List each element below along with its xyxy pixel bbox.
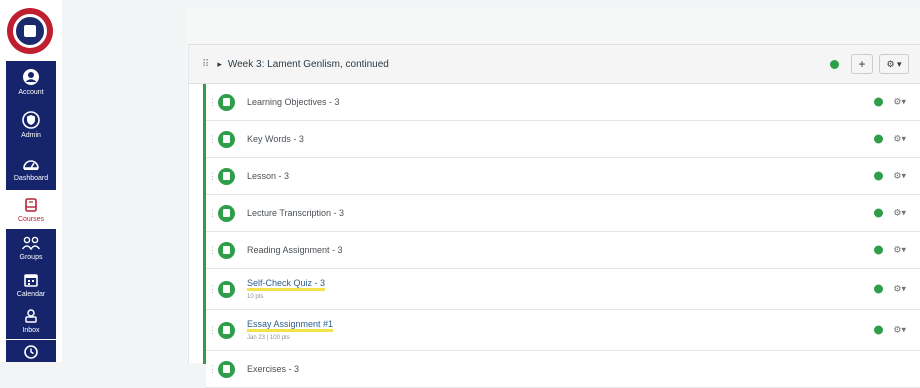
module-item[interactable]: ⋮ Learning Objectives - 3 ⚙▾ bbox=[206, 84, 920, 121]
published-icon[interactable] bbox=[874, 134, 884, 144]
nav-item-groups[interactable]: Groups bbox=[6, 229, 56, 267]
clock-icon bbox=[24, 345, 38, 359]
quiz-icon bbox=[218, 280, 235, 298]
page-icon bbox=[218, 360, 235, 378]
published-icon[interactable] bbox=[874, 171, 884, 181]
module-settings-button[interactable]: ⚙ ▾ bbox=[879, 54, 909, 74]
module-tools: + ⚙ ▾ bbox=[830, 54, 909, 74]
nav-item-label: Courses bbox=[17, 215, 45, 223]
item-title[interactable]: Essay Assignment #1 bbox=[247, 319, 334, 332]
published-icon[interactable] bbox=[874, 208, 884, 218]
nav-item-label: Account bbox=[18, 88, 44, 96]
nav-item-inbox[interactable]: Inbox bbox=[6, 303, 56, 339]
global-navigation: Account Admin Dashboard Courses Groups C… bbox=[0, 0, 62, 362]
published-icon[interactable] bbox=[874, 97, 884, 107]
item-title[interactable]: Exercises - 3 bbox=[247, 364, 299, 374]
add-item-button[interactable]: + bbox=[851, 54, 873, 74]
module-week-3: ⠿ ▸ Week 3: Lament Genlism, continued + … bbox=[188, 44, 920, 388]
published-icon[interactable] bbox=[874, 325, 884, 335]
item-title[interactable]: Learning Objectives - 3 bbox=[247, 97, 340, 107]
shield-icon bbox=[22, 111, 40, 129]
published-icon[interactable] bbox=[874, 245, 884, 255]
nav-item-label: Calendar bbox=[16, 290, 46, 298]
gear-icon[interactable]: ⚙▾ bbox=[893, 134, 906, 145]
video-icon bbox=[218, 167, 235, 185]
item-meta: 10 pts bbox=[247, 294, 264, 300]
nav-item-account[interactable]: Account bbox=[6, 61, 56, 103]
nav-item-admin[interactable]: Admin bbox=[6, 103, 56, 148]
nav-item-courses[interactable]: Courses bbox=[6, 192, 56, 228]
nav-item-label: Groups bbox=[19, 253, 43, 261]
module-item[interactable]: ⋮ Lesson - 3 ⚙▾ bbox=[206, 158, 920, 195]
item-meta: Jan 23 | 100 pts bbox=[247, 335, 290, 341]
institution-logo[interactable] bbox=[7, 8, 53, 54]
page-icon bbox=[218, 93, 235, 111]
item-title[interactable]: Reading Assignment - 3 bbox=[247, 245, 343, 255]
module-items-list: ⋮ Learning Objectives - 3 ⚙▾ ⋮ Key Words… bbox=[203, 84, 920, 388]
drag-handle-icon[interactable]: ⋮ bbox=[208, 97, 217, 108]
gear-icon[interactable]: ⚙▾ bbox=[893, 325, 906, 336]
assignment-icon bbox=[218, 321, 235, 339]
collapse-caret-icon[interactable]: ▸ bbox=[217, 59, 222, 70]
drag-handle-icon[interactable]: ⋮ bbox=[208, 171, 217, 182]
drag-handle-icon[interactable]: ⋮ bbox=[208, 208, 217, 219]
page-icon bbox=[218, 241, 235, 259]
calendar-icon bbox=[24, 273, 38, 287]
drag-handle-icon[interactable]: ⋮ bbox=[208, 134, 217, 145]
drag-handle-icon[interactable]: ⋮ bbox=[208, 364, 217, 375]
item-title[interactable]: Self-Check Quiz - 3 bbox=[247, 278, 326, 291]
nav-item-label: Inbox bbox=[22, 326, 40, 334]
drag-handle-icon[interactable]: ⋮ bbox=[208, 284, 217, 295]
gear-icon[interactable]: ⚙▾ bbox=[893, 171, 906, 182]
module-header[interactable]: ⠿ ▸ Week 3: Lament Genlism, continued + … bbox=[189, 45, 920, 84]
module-title: Week 3: Lament Genlism, continued bbox=[227, 58, 389, 70]
module-item[interactable]: ⋮ Self-Check Quiz - 3 10 pts ⚙▾ bbox=[206, 269, 920, 310]
book-icon bbox=[25, 197, 37, 212]
published-icon[interactable] bbox=[830, 59, 839, 69]
module-item[interactable]: ⋮ Reading Assignment - 3 ⚙▾ bbox=[206, 232, 920, 269]
nav-item-calendar[interactable]: Calendar bbox=[6, 267, 56, 303]
page-icon bbox=[218, 130, 235, 148]
module-item[interactable]: ⋮ Exercises - 3 bbox=[206, 351, 920, 388]
page-icon bbox=[218, 204, 235, 222]
drag-handle-icon[interactable]: ⋮ bbox=[208, 325, 217, 336]
gear-icon[interactable]: ⚙▾ bbox=[893, 208, 906, 219]
inbox-icon bbox=[25, 308, 37, 323]
nav-item-dashboard[interactable]: Dashboard bbox=[6, 148, 56, 190]
drag-handle-icon[interactable]: ⠿ bbox=[202, 59, 209, 70]
module-item[interactable]: ⋮ Essay Assignment #1 Jan 23 | 100 pts ⚙… bbox=[206, 310, 920, 351]
user-icon bbox=[23, 68, 39, 85]
published-icon[interactable] bbox=[874, 284, 884, 294]
gear-icon[interactable]: ⚙▾ bbox=[893, 97, 906, 108]
nav-item-label: Admin bbox=[21, 132, 41, 139]
module-item[interactable]: ⋮ Lecture Transcription - 3 ⚙▾ bbox=[206, 195, 920, 232]
module-item[interactable]: ⋮ Key Words - 3 ⚙▾ bbox=[206, 121, 920, 158]
nav-item-history[interactable] bbox=[6, 340, 56, 362]
item-title[interactable]: Lecture Transcription - 3 bbox=[247, 208, 344, 218]
dashboard-icon bbox=[23, 159, 39, 170]
gear-icon[interactable]: ⚙▾ bbox=[893, 284, 906, 295]
gear-icon[interactable]: ⚙▾ bbox=[893, 245, 906, 256]
nav-item-label: Dashboard bbox=[13, 174, 49, 182]
groups-icon bbox=[21, 236, 41, 250]
item-title[interactable]: Lesson - 3 bbox=[247, 171, 289, 181]
item-title[interactable]: Key Words - 3 bbox=[247, 134, 304, 144]
drag-handle-icon[interactable]: ⋮ bbox=[208, 245, 217, 256]
